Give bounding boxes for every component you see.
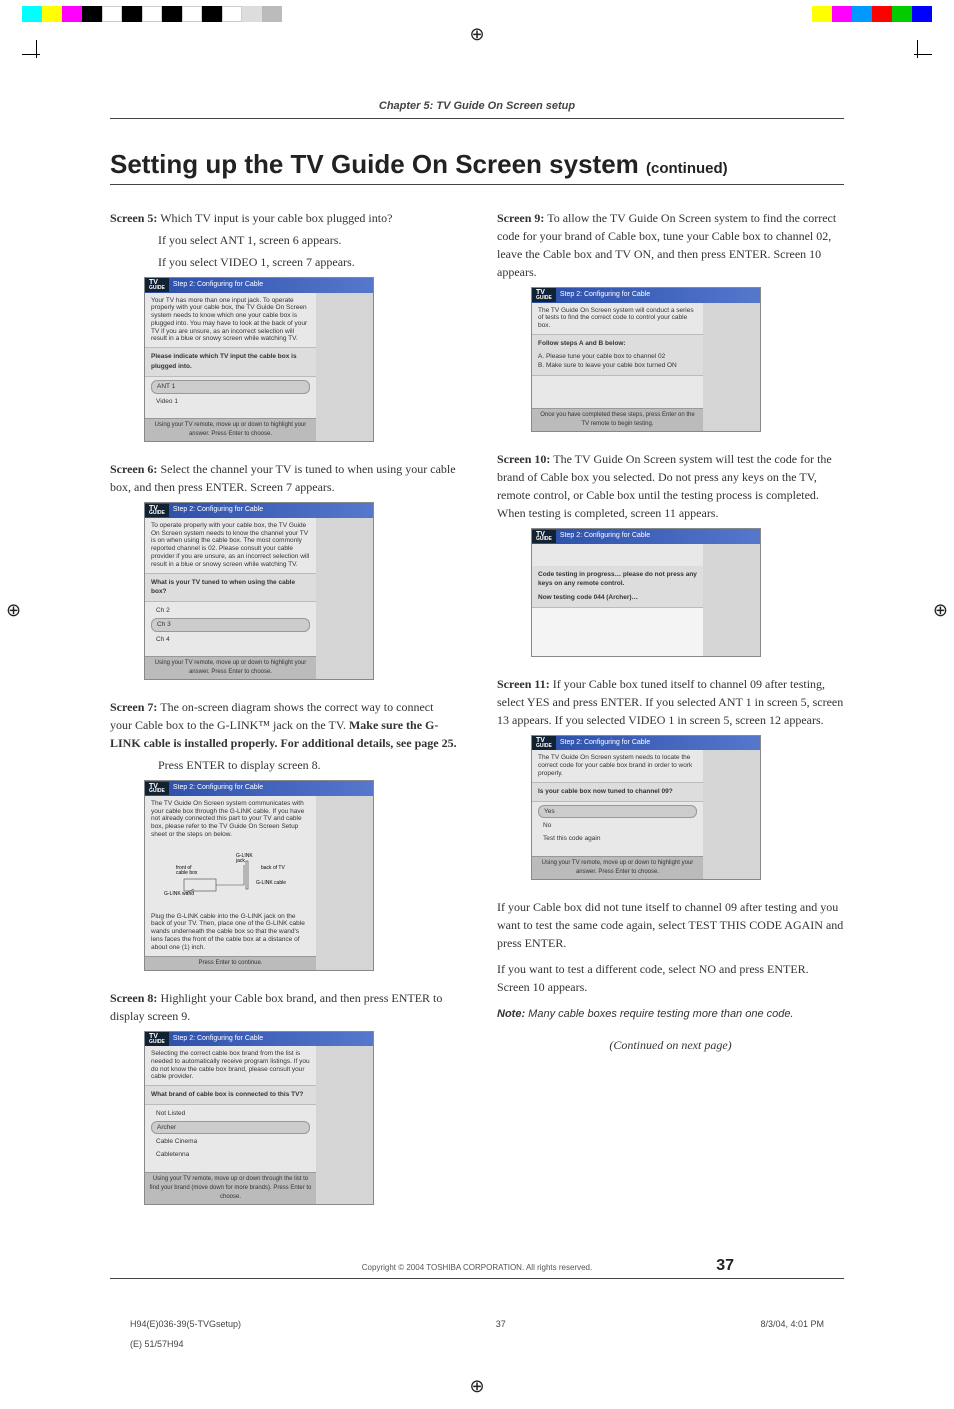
tv-step-b: B. Make sure to leave your cable box tur… xyxy=(538,361,697,371)
tv-screenshot-5: TVGUIDEStep 2: Configuring for Cable You… xyxy=(144,277,374,442)
tv-step-title: Step 2: Configuring for Cable xyxy=(556,529,654,544)
tv-step-title: Step 2: Configuring for Cable xyxy=(556,288,654,303)
svg-text:back of TV: back of TV xyxy=(261,865,285,871)
screen5-line3: If you select VIDEO 1, screen 7 appears. xyxy=(158,253,457,271)
tv-step-title: Step 2: Configuring for Cable xyxy=(169,278,267,293)
doc-model: (E) 51/57H94 xyxy=(110,1339,844,1349)
note: Note: Many cable boxes require testing m… xyxy=(497,1006,844,1023)
tv-steps-title: Follow steps A and B below: xyxy=(538,339,697,349)
color-bar-right xyxy=(812,6,932,22)
tv-screenshot-7: TVGUIDEStep 2: Configuring for Cable The… xyxy=(144,780,374,970)
page-number: 37 xyxy=(716,1257,734,1275)
registration-mark-right: ⊕ xyxy=(933,600,948,621)
tv-footer: Using your TV remote, move up or down to… xyxy=(145,418,316,441)
title-continued: (continued) xyxy=(646,160,728,177)
registration-mark-left: ⊕ xyxy=(6,600,21,621)
tv-option: Yes xyxy=(538,805,697,819)
screen8-text: Highlight your Cable box brand, and then… xyxy=(110,991,442,1023)
tv-text: Selecting the correct cable box brand fr… xyxy=(145,1046,316,1085)
tv-text: The TV Guide On Screen system needs to l… xyxy=(532,750,703,781)
screen5-line2: If you select ANT 1, screen 6 appears. xyxy=(158,231,457,249)
tv-text: The TV Guide On Screen system will condu… xyxy=(532,303,703,334)
tv-option: Cable Cinema xyxy=(151,1136,310,1148)
screen8-label: Screen 8: xyxy=(110,991,157,1005)
tv-screenshot-6: TVGUIDEStep 2: Configuring for Cable To … xyxy=(144,502,374,680)
doc-timestamp: 8/3/04, 4:01 PM xyxy=(760,1319,824,1329)
screen5-text: Which TV input is your cable box plugged… xyxy=(160,211,392,225)
tv-step-title: Step 2: Configuring for Cable xyxy=(169,503,267,518)
screen7-text2: Press ENTER to display screen 8. xyxy=(158,756,457,774)
tv-footer: Once you have completed these steps, pre… xyxy=(532,408,703,431)
tv-text: Your TV has more than one input jack. To… xyxy=(145,293,316,348)
tv-step-title: Step 2: Configuring for Cable xyxy=(169,781,267,796)
tv-option: Archer xyxy=(151,1121,310,1135)
screen11-label: Screen 11: xyxy=(497,677,550,691)
tv-text: To operate properly with your cable box,… xyxy=(145,518,316,573)
screen9-text: To allow the TV Guide On Screen system t… xyxy=(497,211,836,279)
registration-mark-bottom: ⊕ xyxy=(469,1376,484,1397)
title-text: Setting up the TV Guide On Screen system xyxy=(110,149,639,179)
screen9-label: Screen 9: xyxy=(497,211,544,225)
tv-screenshot-8: TVGUIDEStep 2: Configuring for Cable Sel… xyxy=(144,1031,374,1205)
screen6-label: Screen 6: xyxy=(110,462,157,476)
tv-question: Is your cable box now tuned to channel 0… xyxy=(532,782,703,802)
tv-step-title: Step 2: Configuring for Cable xyxy=(556,736,654,751)
doc-filename: H94(E)036-39(5-TVGsetup) xyxy=(130,1319,241,1329)
left-column: Screen 5: Which TV input is your cable b… xyxy=(110,209,457,1223)
screen5-label: Screen 5: xyxy=(110,211,157,225)
glink-diagram: G-LINK jack front ofcable box back of TV… xyxy=(145,843,316,909)
tv-option: Cabletenna xyxy=(151,1149,310,1161)
crop-mark xyxy=(902,40,932,70)
tv-option: No xyxy=(538,820,697,832)
tv-screenshot-10: TVGUIDEStep 2: Configuring for Cable Cod… xyxy=(531,528,761,657)
tv-question: What brand of cable box is connected to … xyxy=(145,1085,316,1105)
page-title: Setting up the TV Guide On Screen system… xyxy=(110,149,844,180)
divider xyxy=(110,1278,844,1279)
screen10-label: Screen 10: xyxy=(497,452,550,466)
right-column: Screen 9: To allow the TV Guide On Scree… xyxy=(497,209,844,1223)
tv-option: Ch 3 xyxy=(151,618,310,632)
tv-footer: Using your TV remote, move up or down th… xyxy=(145,1172,316,1204)
continued-text: (Continued on next page) xyxy=(497,1036,844,1054)
tv-footer: Using your TV remote, move up or down to… xyxy=(145,656,316,679)
screen6-text: Select the channel your TV is tuned to w… xyxy=(110,462,456,494)
tv-footer: Using your TV remote, move up or down to… xyxy=(532,856,703,879)
tv-option: Test this code again xyxy=(538,833,697,845)
tv-screenshot-9: TVGUIDEStep 2: Configuring for Cable The… xyxy=(531,287,761,432)
tv-code-line1: Code testing in progress… please do not … xyxy=(538,570,697,590)
tv-question: What is your TV tuned to when using the … xyxy=(145,573,316,603)
doc-page: 37 xyxy=(496,1319,506,1329)
tv-text: The TV Guide On Screen system communicat… xyxy=(145,796,316,843)
tv-screenshot-11: TVGUIDEStep 2: Configuring for Cable The… xyxy=(531,735,761,880)
chapter-heading: Chapter 5: TV Guide On Screen setup xyxy=(110,100,844,112)
tv-footer: Press Enter to continue. xyxy=(145,956,316,970)
tv-step-title: Step 2: Configuring for Cable xyxy=(169,1032,267,1047)
tv-text2: Plug the G-LINK cable into the G-LINK ja… xyxy=(145,909,316,956)
tv-option: Ch 2 xyxy=(151,605,310,617)
tv-step-a: A. Please tune your cable box to channel… xyxy=(538,352,697,362)
svg-text:jack: jack xyxy=(235,858,245,864)
tv-question: Please indicate which TV input the cable… xyxy=(145,347,316,377)
note-label: Note: xyxy=(497,1008,525,1020)
doc-info: H94(E)036-39(5-TVGsetup) 37 8/3/04, 4:01… xyxy=(110,1319,844,1329)
divider xyxy=(110,184,844,185)
note-text: Many cable boxes require testing more th… xyxy=(528,1008,793,1020)
tv-option: ANT 1 xyxy=(151,380,310,394)
tv-option: Not Listed xyxy=(151,1108,310,1120)
tv-code-line2: Now testing code 044 (Archer)… xyxy=(538,593,697,603)
registration-mark-top: ⊕ xyxy=(469,24,484,45)
tv-option: Ch 4 xyxy=(151,634,310,646)
color-bar-left xyxy=(22,6,282,22)
crop-mark xyxy=(22,40,52,70)
svg-text:G-LINK wand: G-LINK wand xyxy=(164,891,194,897)
svg-text:cable box: cable box xyxy=(176,870,198,876)
after-text-2: If you want to test a different code, se… xyxy=(497,960,844,996)
screen7-label: Screen 7: xyxy=(110,700,157,714)
after-text-1: If your Cable box did not tune itself to… xyxy=(497,898,844,952)
tv-option: Video 1 xyxy=(151,396,310,408)
svg-text:G-LINK cable: G-LINK cable xyxy=(256,880,286,886)
divider xyxy=(110,118,844,119)
